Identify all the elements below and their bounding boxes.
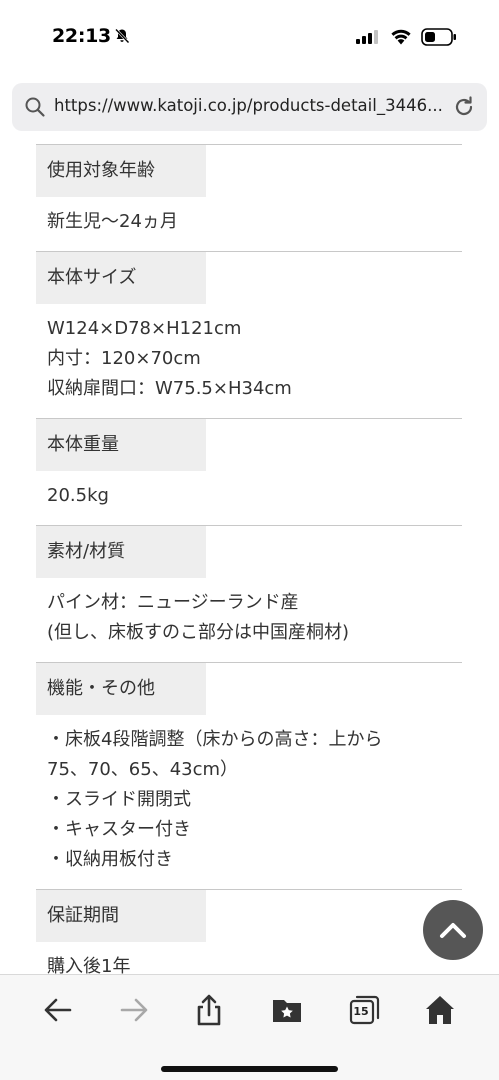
tabs-count: 15 xyxy=(353,1005,369,1018)
spec-row-warranty: 保証期間 購入後1年 xyxy=(36,889,462,974)
scroll-to-top-button[interactable] xyxy=(423,900,483,960)
spec-row-features: 機能・その他 ・床板4段階調整（床からの高さ：上から 75、70、65、43cm… xyxy=(36,662,462,889)
wifi-icon xyxy=(391,29,411,45)
status-time: 22:13 xyxy=(52,25,111,47)
spec-row-weight: 本体重量 20.5kg xyxy=(36,418,462,525)
spec-label: 保証期間 xyxy=(36,890,206,942)
spec-value-line: 20.5kg xyxy=(47,485,109,506)
spec-table: 使用対象年齢 新生児〜24ヵ月 本体サイズ W124×D78×H121cm 内寸… xyxy=(36,144,462,974)
spec-value-line: 購入後1年 xyxy=(47,956,131,974)
forward-icon[interactable] xyxy=(117,993,151,1027)
spec-label: 機能・その他 xyxy=(36,663,206,715)
spec-value-line: パイン材：ニュージーランド産 xyxy=(47,592,299,613)
url-text[interactable]: https://www.katoji.co.jp/products-detail… xyxy=(54,96,449,115)
spec-row-size: 本体サイズ W124×D78×H121cm 内寸：120×70cm 収納扉間口：… xyxy=(36,251,462,418)
back-icon[interactable] xyxy=(41,993,75,1027)
spec-value: ・床板4段階調整（床からの高さ：上から 75、70、65、43cm） ・スライド… xyxy=(36,715,462,889)
home-icon[interactable] xyxy=(423,993,457,1027)
bell-slash-icon xyxy=(115,28,130,44)
spec-value: パイン材：ニュージーランド産 (但し、床板すのこ部分は中国産桐材) xyxy=(36,578,462,662)
tabs-button[interactable]: 15 xyxy=(348,993,382,1027)
spec-value-line: ・スライド開閉式 xyxy=(47,789,191,810)
spec-label: 使用対象年齢 xyxy=(36,145,206,197)
spec-value-line: W124×D78×H121cm xyxy=(47,318,242,339)
address-bar[interactable]: https://www.katoji.co.jp/products-detail… xyxy=(12,83,487,131)
home-indicator[interactable] xyxy=(161,1066,338,1072)
spec-row-material: 素材/材質 パイン材：ニュージーランド産 (但し、床板すのこ部分は中国産桐材) xyxy=(36,525,462,662)
spec-row-age: 使用対象年齢 新生児〜24ヵ月 xyxy=(36,144,462,251)
spec-value-line: ・キャスター付き xyxy=(47,819,191,840)
spec-value-line: ・収納用板付き xyxy=(47,849,173,870)
spec-label: 素材/材質 xyxy=(36,526,206,578)
bookmarks-icon[interactable] xyxy=(270,993,304,1027)
spec-value: W124×D78×H121cm 内寸：120×70cm 収納扉間口：W75.5×… xyxy=(36,304,462,418)
reload-icon[interactable] xyxy=(452,95,476,119)
cellular-signal-icon xyxy=(356,30,378,44)
spec-value: 20.5kg xyxy=(36,471,462,525)
chevron-up-icon xyxy=(440,923,466,938)
spec-value-line: 収納扉間口：W75.5×H34cm xyxy=(47,378,292,399)
spec-value-line: 新生児〜24ヵ月 xyxy=(47,211,178,232)
page-content[interactable]: 使用対象年齢 新生児〜24ヵ月 本体サイズ W124×D78×H121cm 内寸… xyxy=(0,144,499,974)
spec-value: 購入後1年 xyxy=(36,942,462,974)
search-icon xyxy=(25,97,45,117)
spec-value-line: ・床板4段階調整（床からの高さ：上から xyxy=(47,729,383,750)
share-icon[interactable] xyxy=(192,993,226,1027)
spec-label: 本体サイズ xyxy=(36,252,206,304)
spec-value-line: 75、70、65、43cm） xyxy=(47,759,239,780)
spec-value: 新生児〜24ヵ月 xyxy=(36,197,462,251)
battery-icon xyxy=(421,28,456,46)
spec-value-line: (但し、床板すのこ部分は中国産桐材) xyxy=(47,622,350,643)
spec-value-line: 内寸：120×70cm xyxy=(47,348,201,369)
spec-label: 本体重量 xyxy=(36,419,206,471)
status-bar: 22:13 xyxy=(0,0,499,74)
browser-toolbar: 15 xyxy=(0,974,499,1080)
